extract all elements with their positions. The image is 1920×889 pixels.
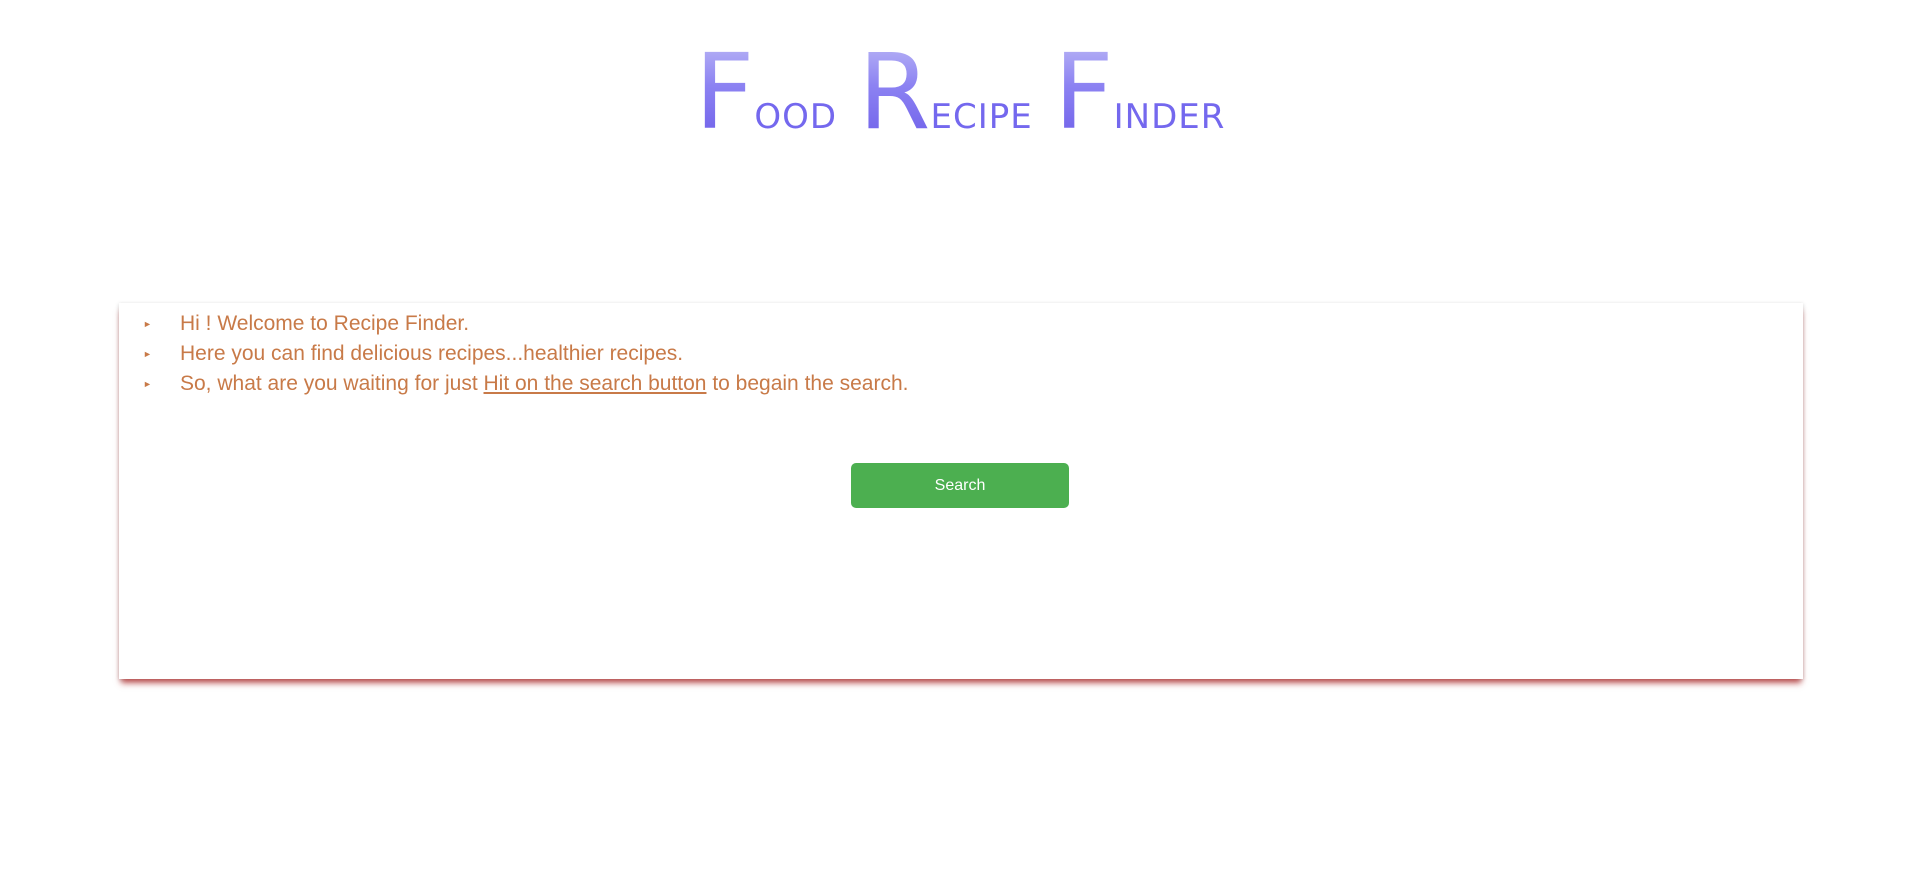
intro-line-instructions: ► So, what are you waiting for just Hit … — [143, 369, 908, 399]
logo-cap-f2: F — [1053, 31, 1114, 153]
logo-rest-inder: inder — [1113, 97, 1226, 137]
intro-text-after-link: to begain the search. — [706, 372, 909, 395]
intro-line-welcome: ► Hi ! Welcome to Recipe Finder. — [143, 309, 908, 339]
logo-word-recipe: Recipe — [858, 40, 1033, 144]
search-button[interactable]: Search — [851, 463, 1069, 508]
intro-text: Here you can find delicious recipes...he… — [180, 342, 684, 365]
app-logo: Food Recipe Finder — [0, 40, 1920, 144]
welcome-card: ► Hi ! Welcome to Recipe Finder. ► Here … — [119, 303, 1803, 679]
bullet-icon: ► — [143, 319, 152, 329]
logo-rest-ecipe: ecipe — [930, 97, 1033, 137]
page: Food Recipe Finder ► Hi ! Welcome to Rec… — [0, 0, 1920, 889]
intro-line-recipes: ► Here you can find delicious recipes...… — [143, 339, 908, 369]
logo-rest-ood: ood — [754, 97, 838, 137]
logo-word-food: Food — [695, 40, 838, 144]
search-hint-link[interactable]: Hit on the search button — [484, 372, 707, 395]
intro-text-before-link: So, what are you waiting for just — [180, 372, 484, 395]
logo-cap-r: R — [858, 31, 930, 153]
bullet-icon: ► — [143, 379, 152, 389]
bullet-icon: ► — [143, 349, 152, 359]
intro-list: ► Hi ! Welcome to Recipe Finder. ► Here … — [143, 309, 908, 399]
logo-word-finder: Finder — [1054, 40, 1226, 144]
logo-cap-f: F — [694, 31, 755, 153]
intro-text: Hi ! Welcome to Recipe Finder. — [180, 312, 470, 335]
